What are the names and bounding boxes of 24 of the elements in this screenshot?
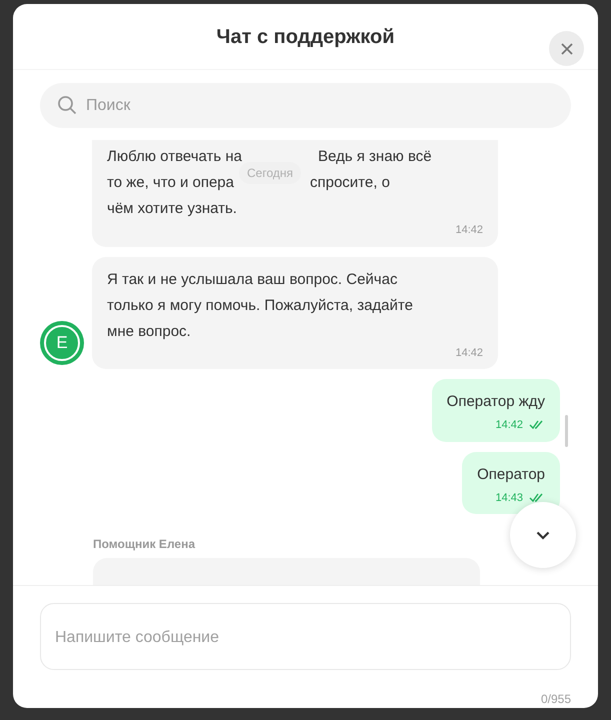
close-icon — [560, 42, 574, 56]
message-input[interactable]: Напишите сообщение — [40, 603, 571, 670]
sender-name: Помощник Елена — [93, 537, 195, 551]
message-time: 14:43 — [495, 490, 523, 506]
message-time: 14:42 — [455, 346, 483, 360]
scrollbar — [565, 415, 568, 447]
message-text: чём хотите узнать. — [107, 199, 237, 219]
double-check-icon — [529, 492, 545, 503]
message-text: Оператор — [477, 464, 545, 484]
message-time: 14:42 — [455, 223, 483, 238]
search-icon — [57, 95, 77, 115]
message-text: спросите, о — [310, 173, 390, 193]
avatar-letter: Е — [56, 332, 68, 354]
dialog-title: Чат с поддержкой — [216, 24, 395, 50]
message-text: Я так и не услышала ваш вопрос. Сейчас только я могу помочь. Пожалуйста, задайте мне вопрос. — [107, 270, 414, 342]
search-field[interactable]: Поиск — [40, 83, 571, 128]
close-button[interactable] — [549, 31, 584, 66]
message-text: то же, что и опера — [107, 173, 234, 193]
chevron-down-icon — [536, 530, 550, 540]
message-text: Ведь я знаю всё — [318, 147, 432, 167]
character-counter: 0/955 — [540, 691, 571, 708]
message-text: Оператор жду — [446, 392, 545, 412]
message-time: 14:42 — [495, 418, 523, 433]
double-check-icon — [529, 420, 545, 430]
